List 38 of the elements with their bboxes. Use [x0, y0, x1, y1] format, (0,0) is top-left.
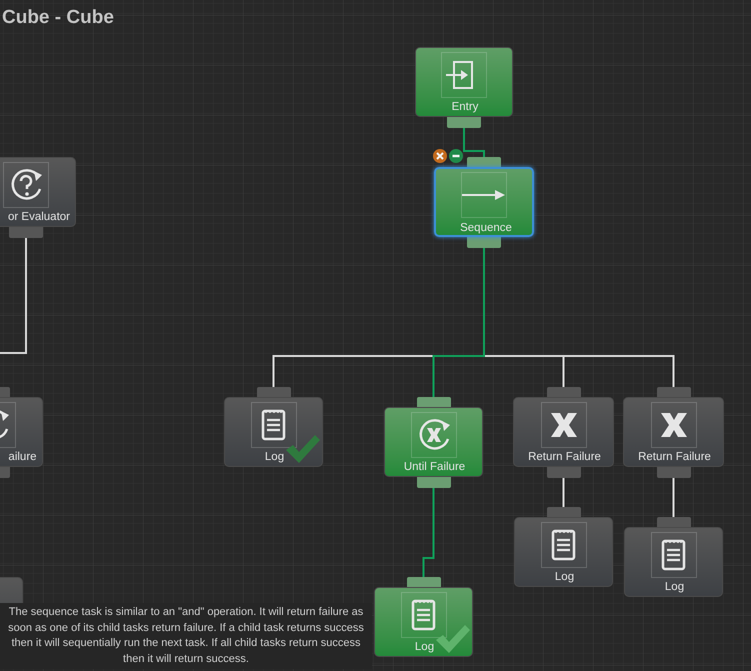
node-port[interactable] [9, 227, 43, 238]
node-port[interactable] [447, 117, 481, 128]
repeat-icon [410, 412, 456, 458]
node-label: Log [264, 450, 284, 464]
notepad-icon [540, 522, 586, 568]
node-label: Until Failure [404, 460, 466, 474]
task-node[interactable]: Return Failure [513, 397, 614, 467]
node-port[interactable] [467, 157, 501, 168]
notepad-icon [400, 592, 446, 638]
notepad-icon [650, 532, 696, 578]
task-node[interactable]: Log [514, 517, 613, 587]
task-node[interactable]: Log [224, 397, 323, 467]
task-node[interactable]: Return Failure [623, 397, 724, 467]
abort-icon[interactable] [433, 149, 447, 163]
cross-icon [650, 402, 696, 448]
cross-icon [540, 402, 586, 448]
node-label: Sequence [460, 221, 512, 235]
task-node[interactable]: Log [624, 527, 723, 597]
notepad-icon [250, 402, 296, 448]
node-port[interactable] [467, 237, 501, 248]
question-icon [3, 162, 49, 208]
node-port[interactable] [416, 477, 450, 488]
enter-icon [441, 52, 487, 98]
task-node[interactable]: ailure [0, 397, 43, 467]
node-label: Return Failure [528, 450, 601, 464]
node-port[interactable] [656, 467, 690, 478]
node-label: Log [554, 570, 574, 584]
node-port[interactable] [546, 467, 580, 478]
node-label: or Evaluator [8, 210, 70, 224]
task-node[interactable]: or Evaluator [0, 157, 76, 227]
task-description-tooltip: The sequence task is similar to an "and" operation. It will return failure as soon as one of its child tasks return failure. If a child task returns success then it will sequentially run the next task. If all child tasks return success then it will return success. [0, 603, 372, 669]
node-label: Log [664, 580, 684, 594]
node-label: ailure [8, 450, 37, 464]
graph-title: Cube - Cube [2, 6, 114, 30]
node-label: Log [414, 640, 434, 654]
node-label: Return Failure [638, 450, 711, 464]
remove-icon[interactable] [449, 149, 463, 163]
node-label: Entry [452, 100, 478, 114]
